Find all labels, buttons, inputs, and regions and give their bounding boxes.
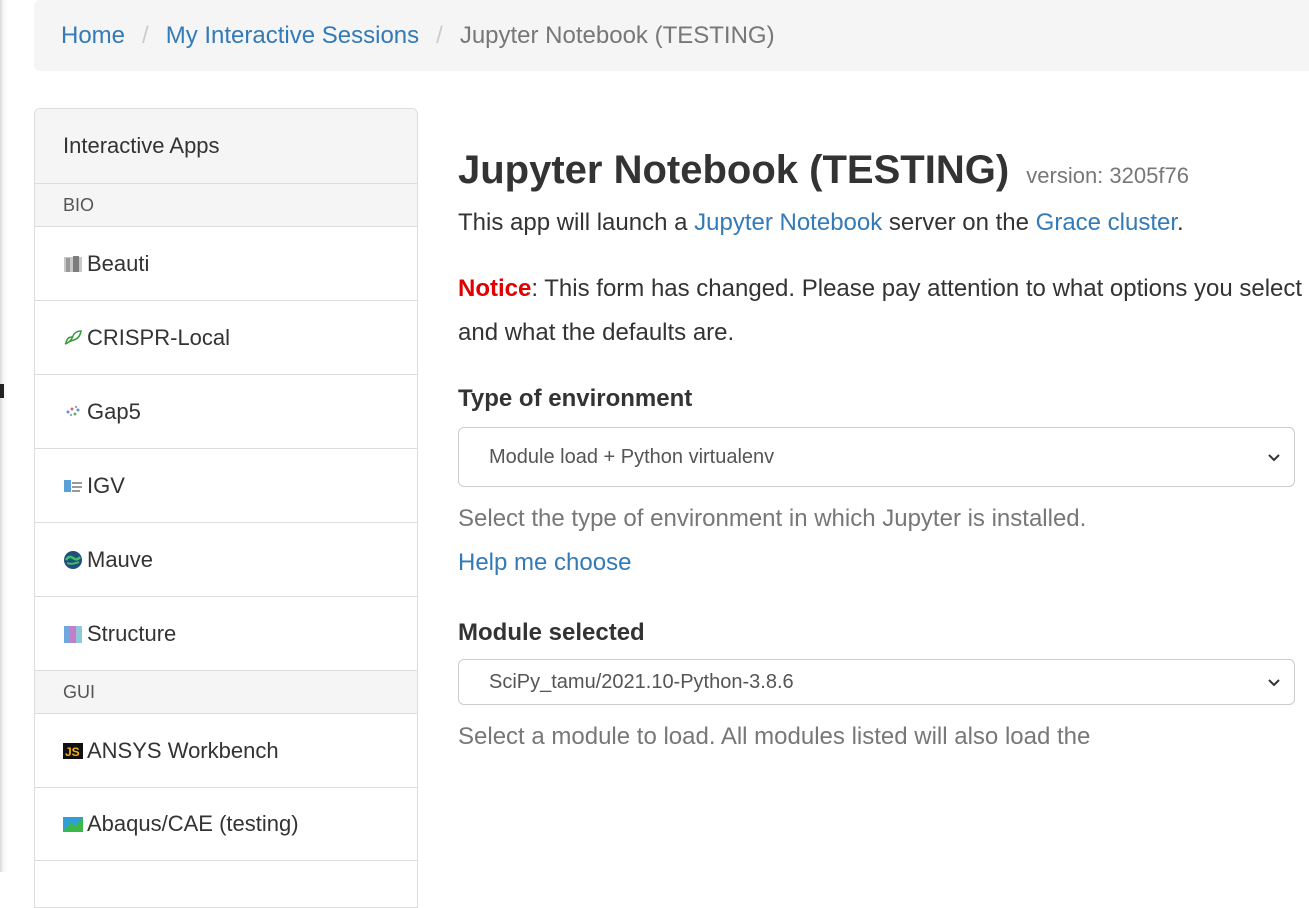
chevron-down-icon bbox=[1268, 679, 1280, 687]
sidebar-item-label: ANSYS Workbench bbox=[87, 737, 279, 763]
app-form: Jupyter Notebook (TESTING) version: 3205… bbox=[458, 108, 1303, 759]
sidebar-item-label: IGV bbox=[87, 472, 125, 498]
module-selected-value: SciPy_tamu/2021.10-Python-3.8.6 bbox=[489, 670, 794, 693]
breadcrumb: Home / My Interactive Sessions / Jupyter… bbox=[34, 0, 1309, 71]
gap5-icon bbox=[66, 405, 80, 416]
svg-text:JS: JS bbox=[65, 745, 80, 759]
breadcrumb-sessions-link[interactable]: My Interactive Sessions bbox=[166, 22, 419, 50]
sidebar-item-gap5[interactable]: Gap5 bbox=[35, 375, 417, 449]
sidebar-item-ansys-workbench[interactable]: JS ANSYS Workbench bbox=[35, 714, 417, 788]
environment-help-text: Select the type of environment in which … bbox=[458, 505, 1087, 532]
grace-cluster-link[interactable]: Grace cluster bbox=[1036, 209, 1177, 236]
help-me-choose-link[interactable]: Help me choose bbox=[458, 549, 631, 576]
sidebar-heading: Interactive Apps bbox=[35, 109, 417, 184]
sidebar-item-label: Gap5 bbox=[87, 398, 141, 424]
sidebar-item-abaqus-cae[interactable]: Abaqus/CAE (testing) bbox=[35, 788, 417, 861]
sidebar-category-gui: GUI bbox=[35, 671, 417, 714]
module-select[interactable]: SciPy_tamu/2021.10-Python-3.8.6 bbox=[458, 659, 1295, 705]
ansys-icon: JS bbox=[63, 742, 83, 759]
notice-text: : This form has changed. Please pay atte… bbox=[458, 275, 1303, 346]
app-version: version: 3205f76 bbox=[1026, 163, 1189, 188]
abaqus-icon bbox=[63, 817, 83, 832]
sidebar-item-label: Beauti bbox=[87, 250, 150, 276]
sidebar-item-label: Structure bbox=[87, 620, 177, 646]
sidebar-item-structure[interactable]: Structure bbox=[35, 597, 417, 671]
module-help-text: Select a module to load. All modules lis… bbox=[458, 723, 1091, 750]
sidebar-item-label: CRISPR-Local bbox=[87, 324, 231, 350]
page-title: Jupyter Notebook (TESTING) version: 3205… bbox=[458, 148, 1303, 193]
environment-help-link-row: Help me choose bbox=[458, 541, 1303, 585]
sidebar-item-label: Mauve bbox=[87, 546, 154, 572]
jupyter-notebook-link[interactable]: Jupyter Notebook bbox=[694, 209, 882, 236]
breadcrumb-separator: / bbox=[142, 21, 149, 49]
sidebar-item-mauve[interactable]: Mauve bbox=[35, 523, 417, 597]
interactive-apps-sidebar: Interactive Apps BIO Beauti CRISPR-Local… bbox=[34, 108, 418, 908]
notice-label: Notice bbox=[458, 275, 532, 302]
structure-icon bbox=[64, 625, 82, 643]
mauve-icon bbox=[64, 550, 82, 569]
app-title: Jupyter Notebook (TESTING) bbox=[458, 148, 1010, 192]
environment-label: Type of environment bbox=[458, 385, 693, 412]
sidebar-item-igv[interactable]: IGV bbox=[35, 449, 417, 523]
app-description: This app will launch a Jupyter Notebook … bbox=[458, 201, 1303, 245]
environment-selected-value: Module load + Python virtualenv bbox=[489, 445, 775, 468]
description-text: . bbox=[1177, 209, 1184, 236]
sidebar-item-beauti[interactable]: Beauti bbox=[35, 227, 417, 301]
igv-icon bbox=[64, 479, 82, 492]
beauti-icon bbox=[64, 255, 82, 272]
sidebar-item-crispr-local[interactable]: CRISPR-Local bbox=[35, 301, 417, 375]
sidebar-item-label: Abaqus/CAE (testing) bbox=[87, 811, 299, 836]
window-edge bbox=[0, 0, 8, 872]
breadcrumb-separator: / bbox=[436, 21, 443, 49]
edge-marker bbox=[0, 384, 4, 398]
environment-select[interactable]: Module load + Python virtualenv bbox=[458, 427, 1295, 487]
module-label: Module selected bbox=[458, 619, 645, 646]
chevron-down-icon bbox=[1268, 454, 1280, 462]
sidebar-category-bio: BIO bbox=[35, 184, 417, 227]
description-text: This app will launch a bbox=[458, 209, 695, 236]
breadcrumb-home-link[interactable]: Home bbox=[61, 22, 125, 50]
breadcrumb-current: Jupyter Notebook (TESTING) bbox=[459, 21, 775, 49]
description-text: server on the bbox=[882, 209, 1036, 236]
crispr-icon bbox=[64, 329, 82, 345]
notice-message: Notice: This form has changed. Please pa… bbox=[458, 267, 1303, 355]
